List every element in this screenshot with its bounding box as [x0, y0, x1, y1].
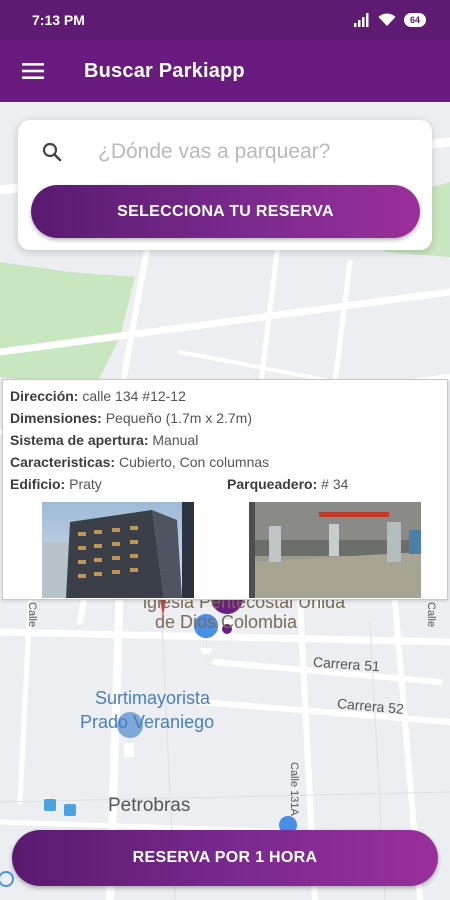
info-parking-spot: Parqueadero: # 34 [227, 476, 348, 492]
map-label-calle-131a: Calle 131A [288, 762, 300, 816]
search-card: SELECCIONA TU RESERVA [18, 120, 432, 250]
parking-photo [249, 502, 421, 598]
select-reservation-button[interactable]: SELECCIONA TU RESERVA [31, 185, 420, 238]
building-photo [42, 502, 194, 598]
status-icons: 64 [353, 13, 426, 27]
info-address-label: Dirección: [10, 388, 79, 404]
menu-button[interactable] [0, 40, 66, 102]
parking-info-window[interactable]: Dirección: calle 134 #12-12 Dimensiones:… [2, 379, 448, 600]
wifi-icon [378, 13, 396, 26]
info-address-value: calle 134 #12-12 [82, 388, 186, 404]
info-features-value: Cubierto, Con columnas [118, 454, 270, 470]
search-row[interactable] [18, 120, 432, 184]
reserve-one-hour-button[interactable]: RESERVA POR 1 HORA [12, 830, 438, 886]
info-building-label: Edificio: [10, 476, 66, 492]
map-label-church-2: de Dios Colombia [155, 612, 298, 632]
info-features-label: Caracteristicas: [10, 454, 116, 470]
info-dimensions-label: Dimensiones: [10, 410, 102, 426]
info-address: Dirección: calle 134 #12-12 [10, 388, 186, 404]
map-label-surtimayorista-2: Prado Veraniego [80, 712, 215, 732]
info-opening-system-value: Manual [152, 432, 199, 448]
battery-icon: 64 [403, 13, 426, 27]
search-input[interactable] [98, 140, 418, 164]
info-opening-system: Sistema de apertura: Manual [10, 432, 198, 448]
info-opening-system-label: Sistema de apertura: [10, 432, 149, 448]
info-building-value: Praty [69, 476, 102, 492]
status-bar: 7:13 PM 64 [0, 0, 450, 40]
app-bar: Buscar Parkiapp [0, 40, 450, 102]
status-time: 7:13 PM [32, 12, 85, 28]
map-label-calle-right: Calle [425, 602, 437, 628]
transit-icon [64, 804, 76, 816]
map-label-surtimayorista-1: Surtimayorista [95, 688, 211, 708]
info-features: Caracteristicas: Cubierto, Con columnas [10, 454, 269, 470]
search-icon [42, 142, 62, 162]
info-parking-spot-value: # 34 [321, 476, 349, 492]
map-label-petrobras: Petrobras [108, 795, 191, 816]
info-dimensions: Dimensiones: Pequeño (1.7m x 2.7m) [10, 410, 252, 426]
signal-icon [353, 13, 369, 27]
info-parking-spot-label: Parqueadero: [227, 476, 318, 492]
hamburger-icon [22, 63, 44, 79]
app-title: Buscar Parkiapp [84, 59, 245, 82]
transit-icon [44, 799, 56, 811]
info-dimensions-value: Pequeño (1.7m x 2.7m) [105, 410, 252, 426]
map-label-calle-left: Calle [26, 602, 38, 628]
info-building: Edificio: Praty [10, 476, 102, 492]
